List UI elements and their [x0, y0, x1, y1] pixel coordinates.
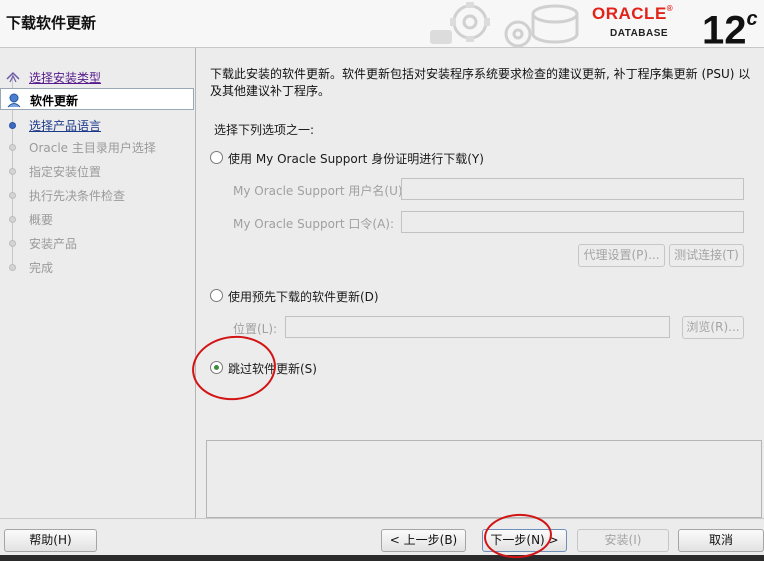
mos-password-input[interactable]: [401, 211, 744, 233]
choose-option-label: 选择下列选项之一:: [214, 123, 315, 137]
step-dot-icon: [9, 192, 16, 199]
nav-step-label: 选择产品语言: [29, 119, 102, 133]
nav-step-label: 软件更新: [30, 94, 79, 108]
nav-step-label: 执行先决条件检查: [29, 189, 126, 203]
nav-step-install-product: 安装产品: [0, 232, 194, 254]
mos-username-label: My Oracle Support 用户名(U):: [233, 184, 407, 198]
nav-step-prereq-checks: 执行先决条件检查: [0, 184, 194, 206]
location-input[interactable]: [285, 316, 670, 338]
nav-step-product-language[interactable]: 选择产品语言: [0, 114, 194, 136]
nav-step-label: 概要: [29, 213, 54, 227]
browse-button[interactable]: 浏览(R)...: [682, 316, 744, 339]
nav-step-summary: 概要: [0, 208, 194, 230]
nav-step-label: Oracle 主目录用户选择: [29, 141, 156, 155]
location-label: 位置(L):: [233, 322, 278, 336]
step-dot-icon: [9, 168, 16, 175]
nav-step-label: 安装产品: [29, 237, 78, 251]
gears-graphic: [430, 2, 579, 48]
step-dot-icon: [9, 122, 16, 129]
help-button[interactable]: 帮助(H): [4, 529, 97, 552]
mos-username-input[interactable]: [401, 178, 744, 200]
cancel-button[interactable]: 取消: [678, 529, 764, 552]
step-dot-icon: [9, 216, 16, 223]
nav-step-install-location: 指定安装位置: [0, 160, 194, 182]
main-panel: 下载此安装的软件更新。软件更新包括对安装程序系统要求检查的建议更新, 补丁程序集…: [198, 48, 764, 518]
page-title: 下载软件更新: [6, 14, 97, 32]
back-button[interactable]: < 上一步(B): [381, 529, 466, 552]
step-dot-icon: [9, 264, 16, 271]
nav-step-label: 完成: [29, 261, 54, 275]
nav-step-finish: 完成: [0, 256, 194, 278]
step-dot-icon: [9, 144, 16, 151]
window-header: 下载软件更新 ORACLE® DATABASE 12c: [0, 0, 764, 52]
step-navigation: 选择安装类型 软件更新 选择产品语言 Oracle 主目录用户选择 指定安装位置…: [0, 48, 196, 518]
test-connection-button[interactable]: 测试连接(T): [669, 244, 744, 267]
page-description: 下载此安装的软件更新。软件更新包括对安装程序系统要求检查的建议更新, 补丁程序集…: [210, 67, 751, 98]
proxy-settings-button[interactable]: 代理设置(P)...: [578, 244, 665, 267]
nav-step-software-updates[interactable]: 软件更新: [0, 88, 194, 110]
mos-password-label: My Oracle Support 口令(A):: [233, 217, 394, 231]
nav-step-label: 选择安装类型: [29, 71, 102, 85]
radio-mos-download[interactable]: [210, 151, 223, 164]
radio-mos-download-label[interactable]: 使用 My Oracle Support 身份证明进行下载(Y): [228, 150, 484, 167]
message-area: [206, 440, 762, 518]
nav-step-install-type[interactable]: 选择安装类型: [0, 66, 194, 88]
install-button[interactable]: 安装(I): [577, 529, 669, 552]
current-step-icon: [7, 93, 21, 108]
version-logo: 12c: [702, 8, 758, 53]
nav-step-label: 指定安装位置: [29, 165, 102, 179]
radio-predownloaded[interactable]: [210, 289, 223, 302]
taskbar-strip: [0, 555, 764, 561]
completed-step-icon: [6, 71, 20, 83]
oracle-logo: ORACLE® DATABASE: [592, 4, 674, 39]
radio-predownloaded-label[interactable]: 使用预先下载的软件更新(D): [228, 288, 379, 305]
step-dot-icon: [9, 240, 16, 247]
nav-step-home-user: Oracle 主目录用户选择: [0, 136, 194, 158]
